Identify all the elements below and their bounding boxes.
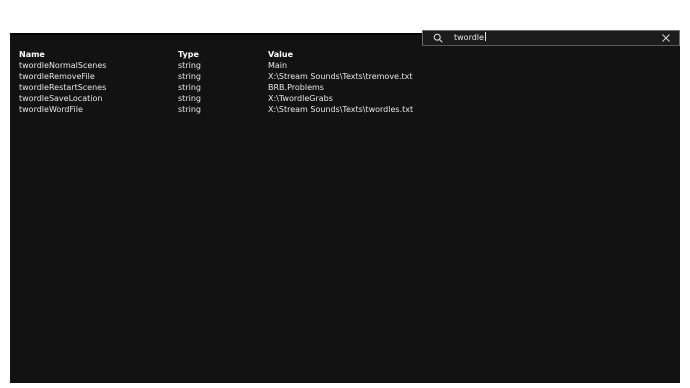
search-box[interactable]: twordle: [422, 30, 680, 46]
variables-table: Name Type Value twordleNormalScenes stri…: [19, 49, 568, 115]
search-input-text: twordle: [454, 33, 484, 42]
cell-type: string: [178, 72, 201, 81]
cell-name: twordleWordFile: [19, 105, 83, 114]
variables-panel: Name Type Value twordleNormalScenes stri…: [10, 33, 680, 383]
cell-type: string: [178, 61, 201, 70]
cell-value: X:\TwordleGrabs: [268, 94, 333, 103]
table-row[interactable]: twordleRemoveFile string X:\Stream Sound…: [19, 71, 568, 82]
close-icon[interactable]: [662, 34, 670, 42]
column-header-type[interactable]: Type: [178, 49, 268, 60]
cell-name: twordleNormalScenes: [19, 61, 107, 70]
cell-value: Main: [268, 61, 288, 70]
search-input[interactable]: twordle: [454, 31, 486, 45]
table-row[interactable]: twordleRestartScenes string BRB.Problems: [19, 82, 568, 93]
cell-type: string: [178, 94, 201, 103]
search-icon: [433, 33, 443, 43]
text-caret: [484, 32, 486, 41]
column-header-name[interactable]: Name: [19, 49, 178, 60]
table-row[interactable]: twordleNormalScenes string Main: [19, 60, 568, 71]
cell-name: twordleRestartScenes: [19, 83, 107, 92]
cell-type: string: [178, 83, 201, 92]
table-row[interactable]: twordleWordFile string X:\Stream Sounds\…: [19, 104, 568, 115]
cell-value: X:\Stream Sounds\Texts\twordles.txt: [268, 105, 414, 114]
cell-type: string: [178, 105, 201, 114]
table-header-row: Name Type Value: [19, 49, 568, 60]
table-row[interactable]: twordleSaveLocation string X:\TwordleGra…: [19, 93, 568, 104]
cell-value: BRB.Problems: [268, 83, 324, 92]
cell-name: twordleRemoveFile: [19, 72, 95, 81]
cell-name: twordleSaveLocation: [19, 94, 103, 103]
cell-value: X:\Stream Sounds\Texts\tremove.txt: [268, 72, 413, 81]
column-header-value[interactable]: Value: [268, 49, 568, 60]
